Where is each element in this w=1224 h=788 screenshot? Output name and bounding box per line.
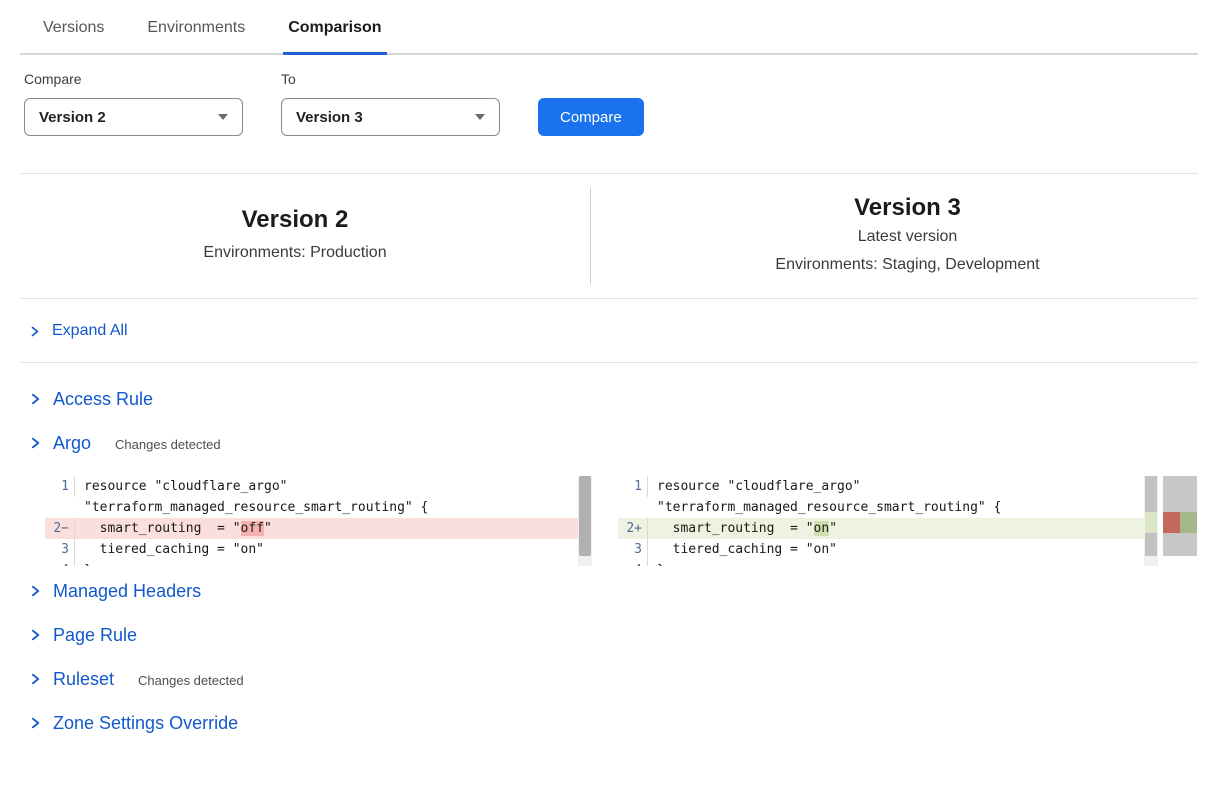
diff-line: 1resource "cloudflare_argo" [45,476,592,497]
expand-all-label: Expand All [52,322,128,340]
code-text: "terraform_managed_resource_smart_routin… [75,497,428,518]
line-number: 2− [45,518,75,539]
scrollbar-added-segment [1145,512,1157,533]
diff-line: 2+ smart_routing = "on" [618,518,1158,539]
scrollbar-left[interactable] [578,476,592,566]
line-number [618,497,648,518]
diff-code-right: 1resource "cloudflare_argo""terraform_ma… [618,476,1158,566]
version-right-column: Version 3 Latest version Environments: S… [591,193,1224,279]
resource-sections: Access Rule Argo Changes detected 1resou… [0,363,1224,734]
section-zone-settings-override[interactable]: Zone Settings Override [28,712,1224,734]
code-text: smart_routing = "off" [75,518,272,539]
overview-context-block [1163,533,1197,556]
version-headers: Version 2 Environments: Production Versi… [0,174,1224,298]
tab-comparison[interactable]: Comparison [285,19,384,53]
diff-line: 3 tiered_caching = "on" [45,539,592,560]
version-right-latest: Latest version [858,223,958,251]
code-text: } [648,560,665,566]
compare-controls: Compare Version 2 To Version 3 Compare [0,55,1224,136]
tab-environments[interactable]: Environments [144,19,248,53]
section-label: Managed Headers [53,581,201,602]
compare-from-value: Version 2 [39,109,106,126]
diff-panel-left: 1resource "cloudflare_argo""terraform_ma… [45,476,592,566]
diff-panel-right: 1resource "cloudflare_argo""terraform_ma… [618,476,1158,566]
expand-all-button[interactable]: Expand All [0,299,1224,362]
code-text: tiered_caching = "on" [75,539,264,560]
version-right-title: Version 3 [854,193,961,223]
scrollbar-segment [1145,533,1157,556]
diff-line: 4} [45,560,592,566]
version-left-title: Version 2 [242,205,349,235]
diff-line: 4} [618,560,1158,566]
diff-overview-ruler[interactable] [1163,476,1197,566]
overview-change-band [1163,512,1197,533]
line-number: 1 [618,476,648,497]
scrollbar-thumb[interactable] [579,476,591,556]
line-number: 3 [618,539,648,560]
version-right-environments: Environments: Staging, Development [775,251,1039,279]
section-ruleset[interactable]: Ruleset Changes detected [28,668,1224,690]
line-number: 1 [45,476,75,497]
chevron-right-icon [28,436,42,450]
code-text: "terraform_managed_resource_smart_routin… [648,497,1001,518]
section-label: Ruleset [53,669,114,690]
section-managed-headers[interactable]: Managed Headers [28,580,1224,602]
to-label: To [281,71,500,87]
chevron-right-icon [28,628,42,642]
diff-line: "terraform_managed_resource_smart_routin… [618,497,1158,518]
version-left-environments: Environments: Production [203,239,386,267]
to-field: To Version 3 [281,71,500,136]
diff-line: "terraform_managed_resource_smart_routin… [45,497,592,518]
compare-button[interactable]: Compare [538,98,644,136]
compare-field: Compare Version 2 [24,71,243,136]
chevron-down-icon [218,114,228,120]
compare-to-select[interactable]: Version 3 [281,98,500,136]
section-label: Argo [53,433,91,454]
chevron-right-icon [28,584,42,598]
section-page-rule[interactable]: Page Rule [28,624,1224,646]
overview-removed-block [1163,512,1180,533]
tab-versions[interactable]: Versions [40,19,107,53]
section-label: Access Rule [53,389,153,410]
changes-detected-badge: Changes detected [115,435,221,452]
diff-line: 2− smart_routing = "off" [45,518,592,539]
line-number: 4 [618,560,648,566]
section-argo[interactable]: Argo Changes detected [28,432,1224,454]
line-number: 3 [45,539,75,560]
code-text: resource "cloudflare_argo" [75,476,288,497]
line-number [45,497,75,518]
diff-code-left: 1resource "cloudflare_argo""terraform_ma… [45,476,592,566]
argo-diff: 1resource "cloudflare_argo""terraform_ma… [45,476,1224,566]
scrollbar-right[interactable] [1144,476,1158,566]
tab-bar: Versions Environments Comparison [20,0,1198,55]
diff-line: 3 tiered_caching = "on" [618,539,1158,560]
changes-detected-badge: Changes detected [138,671,244,688]
line-number: 2+ [618,518,648,539]
code-text: } [75,560,92,566]
compare-from-select[interactable]: Version 2 [24,98,243,136]
compare-to-value: Version 3 [296,109,363,126]
chevron-right-icon [28,716,42,730]
overview-context-block [1163,476,1197,512]
chevron-right-icon [28,392,42,406]
version-left-column: Version 2 Environments: Production [0,205,590,267]
compare-label: Compare [24,71,243,87]
chevron-right-icon [28,672,42,686]
code-text: resource "cloudflare_argo" [648,476,861,497]
code-text: tiered_caching = "on" [648,539,837,560]
chevron-right-icon [28,325,41,338]
section-access-rule[interactable]: Access Rule [28,388,1224,410]
diff-line: 1resource "cloudflare_argo" [618,476,1158,497]
section-label: Zone Settings Override [53,713,238,734]
line-number: 4 [45,560,75,566]
chevron-down-icon [475,114,485,120]
scrollbar-segment [1145,476,1157,512]
section-label: Page Rule [53,625,137,646]
code-text: smart_routing = "on" [648,518,837,539]
overview-added-block [1180,512,1197,533]
